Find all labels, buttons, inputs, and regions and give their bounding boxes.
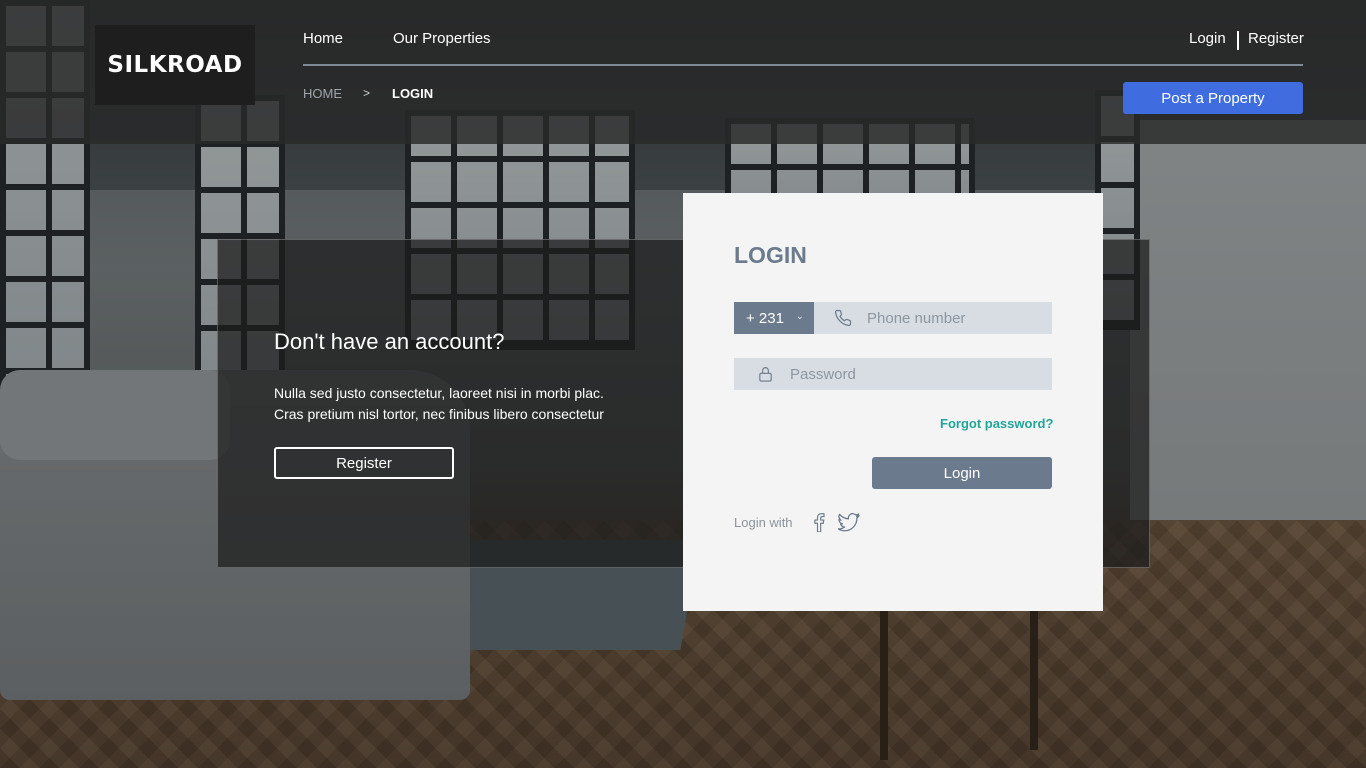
login-submit-button[interactable]: Login	[872, 457, 1052, 489]
cta-description-line: Cras pretium nisl tortor, nec finibus li…	[274, 406, 604, 422]
login-title: LOGIN	[734, 242, 807, 268]
password-field[interactable]	[734, 358, 1052, 390]
chevron-down-icon: ⌄	[795, 311, 804, 322]
nav-login[interactable]: Login	[1189, 30, 1226, 47]
logo[interactable]: SILKROAD	[95, 25, 255, 105]
country-code-select[interactable]: + 231 ⌄	[734, 302, 814, 334]
logo-text: SILKROAD	[107, 52, 243, 78]
register-button[interactable]: Register	[274, 447, 454, 479]
breadcrumb-separator: >	[363, 86, 371, 100]
nav-register[interactable]: Register	[1248, 30, 1304, 47]
cta-description-line: Nulla sed justo consectetur, laoreet nis…	[274, 385, 604, 401]
facebook-icon[interactable]	[807, 511, 831, 533]
auth-divider	[1237, 31, 1239, 50]
country-code-value: + 231	[746, 309, 784, 327]
post-property-button[interactable]: Post a Property	[1123, 82, 1303, 114]
breadcrumb-current: LOGIN	[392, 86, 434, 101]
phone-input[interactable]	[867, 309, 1037, 327]
nav-home[interactable]: Home	[303, 30, 343, 47]
password-input[interactable]	[790, 365, 960, 383]
lock-icon	[756, 365, 774, 383]
cta-title: Don't have an account?	[274, 329, 505, 354]
login-with-label: Login with	[734, 515, 793, 530]
forgot-password-link[interactable]: Forgot password?	[940, 416, 1053, 431]
cta-description: Nulla sed justo consectetur, laoreet nis…	[274, 383, 644, 425]
nav-our-properties[interactable]: Our Properties	[393, 30, 491, 47]
phone-icon	[834, 309, 852, 327]
twitter-icon[interactable]	[837, 511, 861, 533]
nav-divider	[303, 64, 1303, 66]
phone-field[interactable]	[814, 302, 1052, 334]
breadcrumb-home[interactable]: HOME	[303, 86, 342, 101]
